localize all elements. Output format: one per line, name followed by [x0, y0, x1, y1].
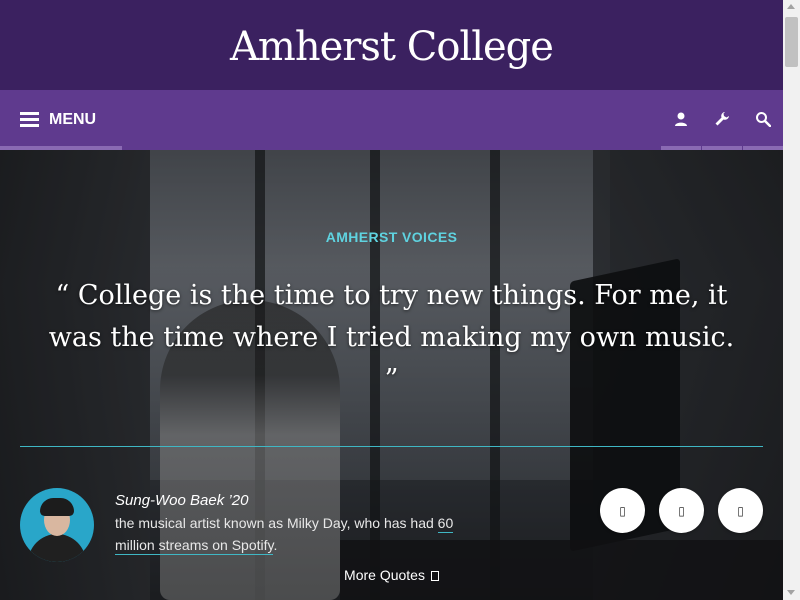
nav-bar: MENU: [0, 90, 783, 150]
site-title[interactable]: Amherst College: [0, 22, 783, 72]
placeholder-icon: ▯: [737, 503, 744, 518]
menu-button[interactable]: MENU: [20, 108, 96, 132]
scrollbar[interactable]: [783, 0, 800, 600]
site-header: Amherst College: [0, 0, 783, 90]
section-eyebrow: AMHERST VOICES: [325, 229, 458, 245]
more-quotes-link[interactable]: More Quotes: [0, 567, 783, 583]
search-button[interactable]: [743, 90, 783, 150]
hamburger-icon: [20, 112, 39, 128]
placeholder-icon: ▯: [619, 503, 626, 518]
page: Amherst College MENU AMHERST VOICES “ Co…: [0, 0, 783, 600]
search-icon: [756, 112, 771, 127]
person-name: Sung-Woo Baek ’20: [115, 492, 249, 509]
wrench-icon: [715, 112, 729, 126]
divider: [20, 446, 763, 447]
user-icon: [675, 112, 687, 126]
avatar: [20, 488, 94, 562]
person-description: the musical artist known as Milky Day, w…: [115, 512, 475, 556]
quote-text: “ College is the time to try new things.…: [48, 280, 735, 395]
scrollbar-thumb[interactable]: [785, 17, 798, 67]
tools-button[interactable]: [702, 90, 742, 150]
quote-control-button-3[interactable]: ▯: [718, 488, 763, 533]
more-quotes-label: More Quotes: [344, 567, 425, 583]
quote-control-button-1[interactable]: ▯: [600, 488, 645, 533]
quote-control-button-2[interactable]: ▯: [659, 488, 704, 533]
quote-controls: ▯ ▯ ▯: [600, 488, 763, 533]
scroll-up-icon[interactable]: [787, 4, 795, 9]
scroll-down-icon[interactable]: [787, 590, 795, 595]
quote-attribution: Sung-Woo Baek ’20 the musical artist kno…: [115, 490, 475, 556]
description-suffix: .: [273, 537, 278, 553]
nav-icon-group: [660, 90, 783, 150]
arrow-icon: [430, 571, 439, 582]
menu-label: MENU: [49, 111, 97, 128]
placeholder-icon: ▯: [678, 503, 685, 518]
description-text: the musical artist known as Milky Day, w…: [115, 515, 438, 531]
user-button[interactable]: [661, 90, 701, 150]
hero-section: AMHERST VOICES “ College is the time to …: [0, 150, 783, 600]
